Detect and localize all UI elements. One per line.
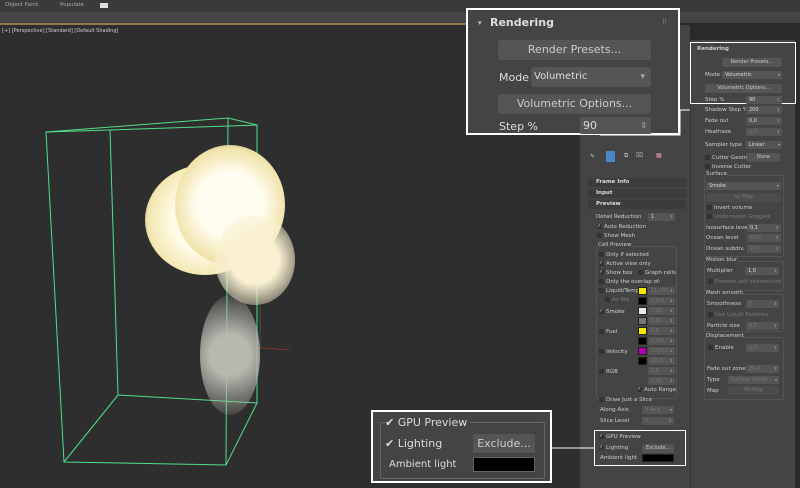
render-presets-button[interactable]: Render Presets... [498, 40, 651, 60]
ambient-light-label: Ambient light [389, 459, 457, 470]
gpu-preview-callout: ✔ GPU Preview ✔ Lighting Exclude... Ambi… [371, 410, 552, 483]
step-label: Step % [499, 120, 538, 133]
rendering-title[interactable]: Rendering [490, 16, 554, 29]
rendering-callout: ▾ Rendering ⠿ Render Presets... Mode Vol… [466, 8, 680, 135]
lighting-checkbox[interactable]: ✔ Lighting [385, 437, 442, 450]
gpu-preview-checkbox[interactable]: ✔ GPU Preview [385, 416, 471, 429]
mode-label: Mode [499, 71, 529, 84]
mode-dropdown[interactable]: Volumetric ▾ [531, 67, 651, 87]
exclude-button[interactable]: Exclude... [473, 434, 535, 453]
grip-icon[interactable]: ⠿ [662, 18, 667, 26]
volumetric-options-button[interactable]: Volumetric Options... [498, 94, 651, 114]
ambient-light-color[interactable] [473, 457, 535, 472]
collapse-icon[interactable]: ▾ [478, 19, 482, 27]
step-spinner[interactable]: 90 ⇕ [580, 117, 651, 134]
